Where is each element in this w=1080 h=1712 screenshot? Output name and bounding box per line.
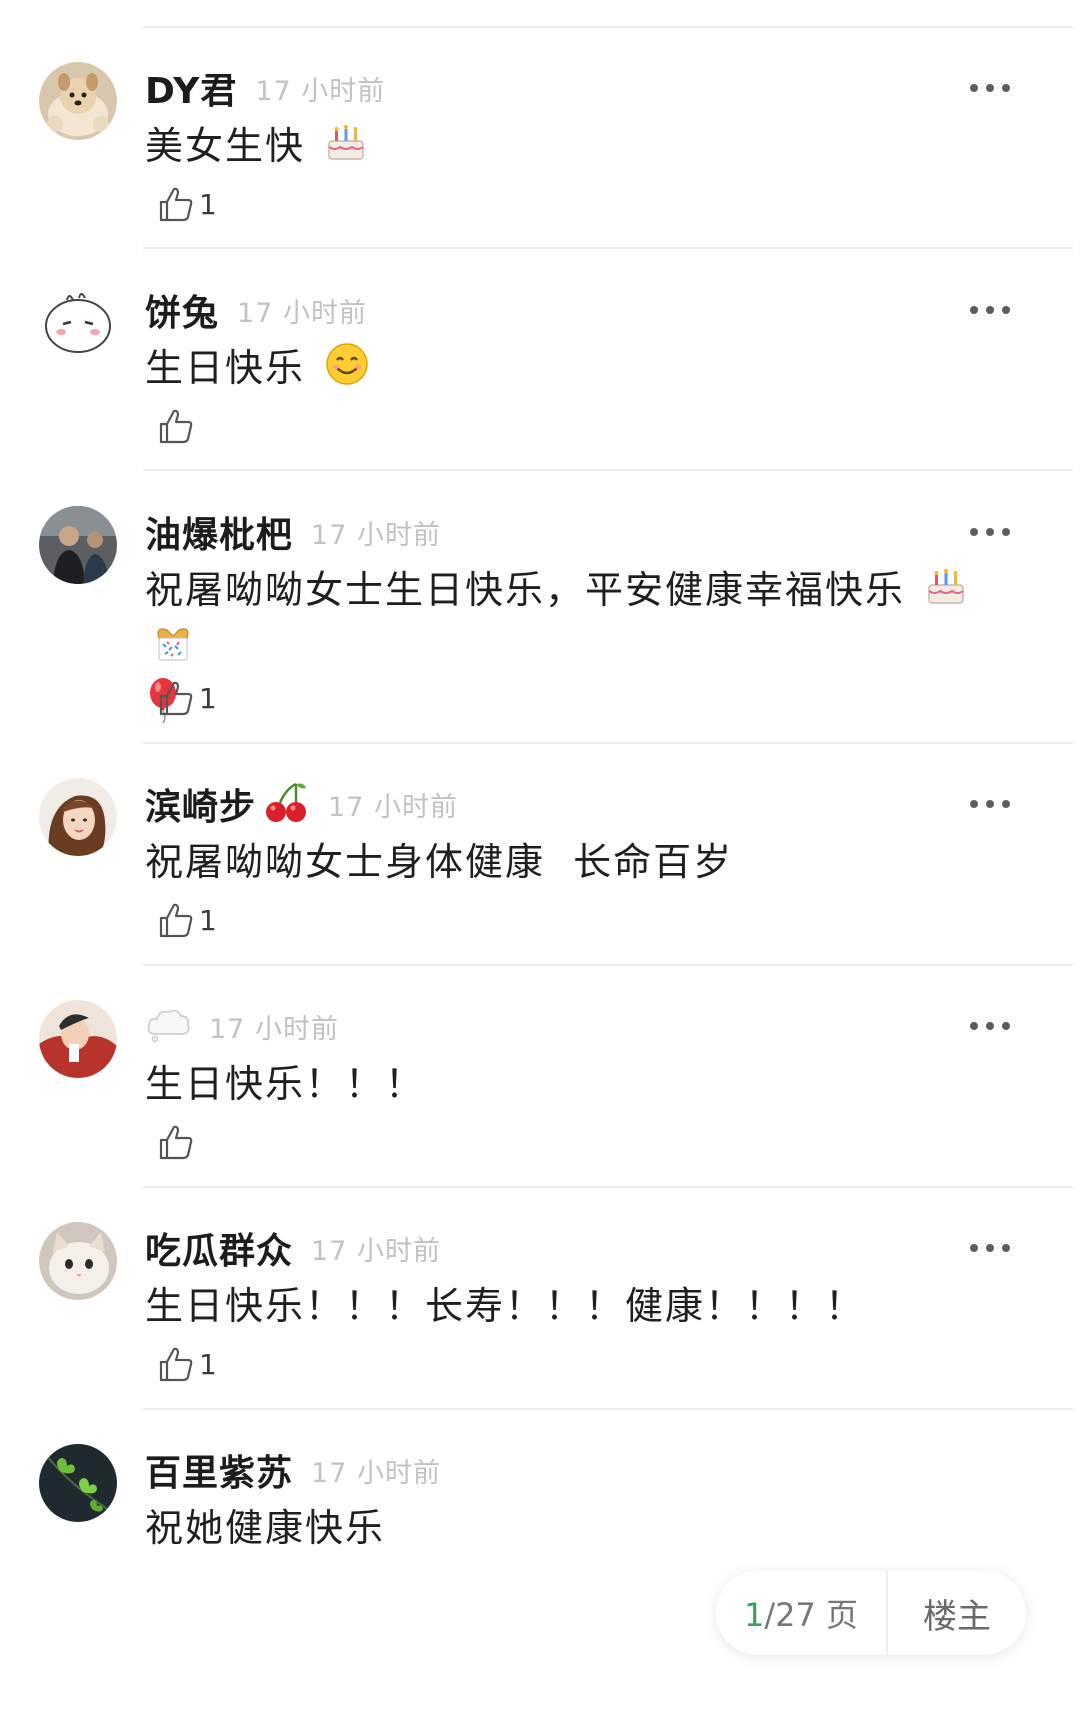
thumbs-up-icon bbox=[159, 409, 193, 444]
comment-list: DY君 17 小时前 美女生快 1 饼兔 17 小时前 生日快乐 油爆枇杷 17… bbox=[0, 0, 1080, 1712]
like-button[interactable] bbox=[155, 406, 199, 446]
timestamp: 17 小时前 bbox=[311, 1457, 441, 1489]
like-count: 1 bbox=[199, 903, 217, 937]
dog-photo-icon bbox=[39, 62, 117, 140]
comment-text: 生日快乐 bbox=[145, 346, 306, 390]
avatar[interactable] bbox=[39, 1222, 117, 1300]
username[interactable]: 滨崎步 bbox=[145, 778, 256, 830]
comment-text-row: 祝她健康快乐 bbox=[145, 1502, 1015, 1554]
comment-text-row: 美女生快 bbox=[145, 120, 1015, 176]
more-options-icon[interactable] bbox=[970, 1238, 1010, 1258]
like-button[interactable]: 1 bbox=[155, 900, 217, 940]
avatar[interactable] bbox=[39, 1444, 117, 1522]
heart-leaves-icon bbox=[39, 1444, 117, 1522]
divider bbox=[143, 964, 1073, 966]
thumbs-up-icon bbox=[159, 1347, 193, 1382]
comment-text-row: 生日快乐 bbox=[145, 342, 1015, 399]
username[interactable]: 油爆枇杷 bbox=[145, 506, 293, 558]
divider bbox=[143, 247, 1073, 249]
username[interactable]: DY君 bbox=[145, 62, 237, 114]
thumbs-up-icon bbox=[159, 903, 193, 938]
like-count: 1 bbox=[199, 187, 217, 221]
page-indicator[interactable]: 1/27 页 bbox=[716, 1590, 886, 1636]
gift-icon bbox=[151, 620, 195, 677]
comment-text: 祝屠呦呦女士生日快乐，平安健康幸福快乐 bbox=[145, 568, 906, 612]
avatar[interactable] bbox=[39, 284, 117, 362]
thumbs-up-icon bbox=[159, 187, 193, 222]
timestamp: 17 小时前 bbox=[328, 791, 458, 823]
woman-photo-icon bbox=[39, 778, 117, 856]
divider bbox=[143, 742, 1073, 744]
avatar[interactable] bbox=[39, 1000, 117, 1078]
birthday-cake-icon bbox=[925, 565, 967, 620]
divider bbox=[143, 469, 1073, 471]
more-options-icon[interactable] bbox=[970, 1016, 1010, 1036]
more-options-icon[interactable] bbox=[970, 794, 1010, 814]
thumbs-up-icon bbox=[159, 681, 193, 716]
comment-text: 祝屠呦呦女士身体健康 长命百岁 bbox=[145, 840, 734, 884]
like-button[interactable]: 1 bbox=[155, 1344, 217, 1384]
pagination-bar: 1/27 页 楼主 bbox=[716, 1571, 1026, 1655]
divider bbox=[143, 1186, 1073, 1188]
like-button[interactable]: 1 bbox=[155, 184, 217, 224]
bun-rabbit-icon bbox=[39, 284, 117, 362]
owner-only-button[interactable]: 楼主 bbox=[888, 1589, 1026, 1638]
username[interactable]: 百里紫苏 bbox=[145, 1444, 293, 1496]
timestamp: 17 小时前 bbox=[311, 1235, 441, 1267]
timestamp: 17 小时前 bbox=[237, 297, 367, 329]
comment-text-row: 生日快乐！！！ bbox=[145, 1058, 1015, 1110]
person-photo-icon bbox=[39, 506, 117, 584]
like-count: 1 bbox=[199, 681, 217, 715]
thumbs-up-icon bbox=[159, 1125, 193, 1160]
current-page: 1 bbox=[743, 1596, 765, 1634]
comment-text-row: 祝屠呦呦女士生日快乐，平安健康幸福快乐 bbox=[145, 564, 1015, 738]
cloud-icon bbox=[145, 1004, 191, 1048]
like-count: 1 bbox=[199, 1347, 217, 1381]
comment-text: 生日快乐！！！长寿！！！健康！！！！ bbox=[145, 1284, 866, 1328]
timestamp: 17 小时前 bbox=[311, 519, 441, 551]
cartoon-avatar-icon bbox=[39, 1000, 117, 1078]
cat-photo-icon bbox=[39, 1222, 117, 1300]
username[interactable]: 吃瓜群众 bbox=[145, 1222, 293, 1274]
timestamp: 17 小时前 bbox=[209, 1013, 339, 1045]
total-pages: /27 页 bbox=[764, 1596, 859, 1634]
birthday-cake-icon bbox=[325, 121, 367, 176]
comment-text: 祝她健康快乐 bbox=[145, 1506, 386, 1550]
timestamp: 17 小时前 bbox=[255, 75, 386, 107]
smiling-face-icon bbox=[325, 342, 369, 399]
divider bbox=[143, 26, 1073, 28]
avatar[interactable] bbox=[39, 506, 117, 584]
comment-text: 美女生快 bbox=[145, 124, 306, 168]
more-options-icon[interactable] bbox=[970, 300, 1010, 320]
comment-text-row: 生日快乐！！！长寿！！！健康！！！！ bbox=[145, 1280, 1015, 1332]
username[interactable]: 饼兔 bbox=[145, 284, 219, 336]
like-button[interactable]: 1 bbox=[155, 678, 217, 718]
divider bbox=[143, 1408, 1073, 1410]
avatar[interactable] bbox=[39, 778, 117, 856]
more-options-icon[interactable] bbox=[970, 78, 1010, 98]
comment-text: 生日快乐！！！ bbox=[145, 1062, 426, 1106]
cherries-icon bbox=[262, 780, 310, 828]
comment-text-row: 祝屠呦呦女士身体健康 长命百岁 bbox=[145, 836, 1015, 888]
avatar[interactable] bbox=[39, 62, 117, 140]
more-options-icon[interactable] bbox=[970, 522, 1010, 542]
like-button[interactable] bbox=[155, 1122, 199, 1162]
